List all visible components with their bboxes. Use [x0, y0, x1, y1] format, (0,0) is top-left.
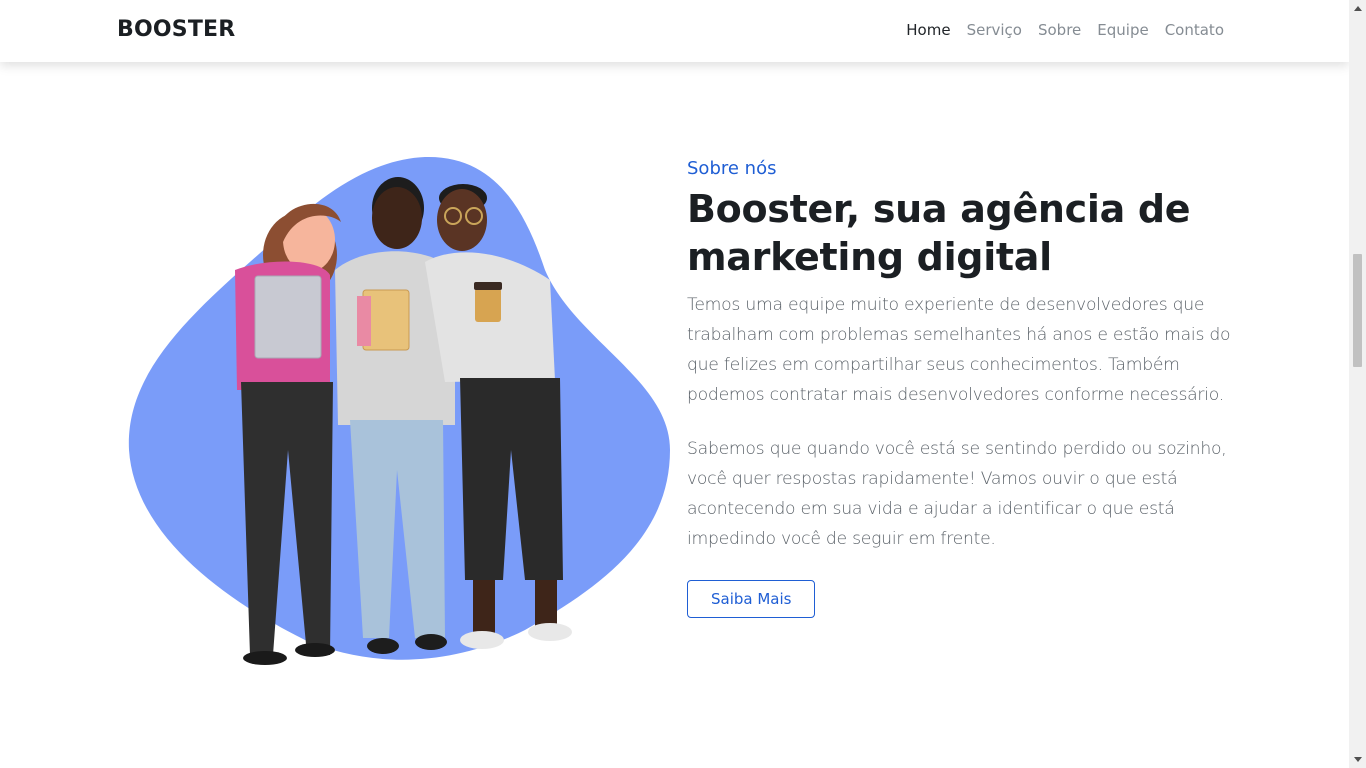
headline-line-1: Booster, sua agência de: [687, 187, 1191, 231]
about-text: Sobre nós Booster, sua agência de market…: [687, 158, 1247, 618]
section-eyebrow: Sobre nós: [687, 158, 777, 179]
team-of-three-people-illustration-icon: [128, 156, 670, 665]
headline-line-2: marketing digital: [687, 235, 1052, 279]
nav-link-sobre[interactable]: Sobre: [1038, 21, 1081, 39]
brand-logo[interactable]: BOOSTER: [117, 17, 235, 42]
page: BOOSTER Home Serviço Sobre Equipe Contat…: [0, 0, 1349, 768]
navbar: BOOSTER Home Serviço Sobre Equipe Contat…: [0, 0, 1349, 62]
nav-link-contato[interactable]: Contato: [1165, 21, 1224, 39]
about-paragraph-2: Sabemos que quando você está se sentindo…: [687, 439, 1227, 549]
vertical-scrollbar[interactable]: [1349, 0, 1366, 768]
about-paragraph-1: Temos uma equipe muito experiente de des…: [687, 295, 1231, 405]
nav-link-home[interactable]: Home: [906, 21, 950, 39]
team-illustration: [125, 150, 675, 670]
scrollbar-thumb[interactable]: [1353, 254, 1362, 367]
main-nav: Home Serviço Sobre Equipe Contato: [906, 21, 1224, 39]
scroll-down-arrow-icon[interactable]: [1349, 751, 1366, 768]
nav-link-servico[interactable]: Serviço: [967, 21, 1022, 39]
section-headline: Booster, sua agência de marketing digita…: [687, 185, 1247, 281]
nav-link-equipe[interactable]: Equipe: [1097, 21, 1148, 39]
saiba-mais-button[interactable]: Saiba Mais: [687, 580, 816, 618]
scroll-up-arrow-icon[interactable]: [1349, 0, 1366, 17]
